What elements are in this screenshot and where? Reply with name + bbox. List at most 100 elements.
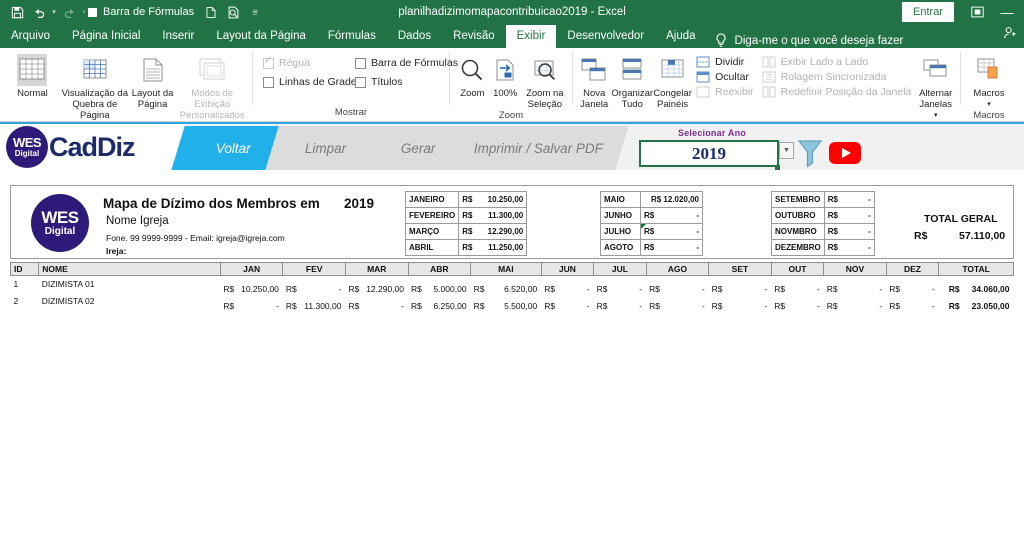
checkbox-barra-de-formulas[interactable]: Barra de Fórmulas [355,57,458,69]
arrange-all-button[interactable]: Organizar Tudo [611,51,653,110]
zoom-100-icon [492,54,518,86]
col-header-jan[interactable]: JAN [219,262,284,276]
tab-ajuda[interactable]: Ajuda [655,25,706,48]
tab-pagina-inicial[interactable]: Página Inicial [61,25,151,48]
month-summary-row[interactable]: JANEIRO R$ 10.250,00 [404,191,528,208]
col-header-ago[interactable]: AGO [645,262,710,276]
normal-view-button[interactable]: Normal [4,51,61,99]
checkbox-barra-de-formulas-box[interactable] [355,57,366,69]
play-triangle-icon [841,148,851,158]
page-break-preview-icon [80,54,110,86]
month-summary-row[interactable]: MAIO R$ 12.020,00 [600,191,703,208]
page-break-preview-button[interactable]: Visualização da Quebra de Página [61,51,129,121]
col-header-fev[interactable]: FEV [282,262,346,276]
normal-view-label: Normal [17,88,48,99]
tab-arquivo[interactable]: Arquivo [0,25,61,48]
tab-formulas[interactable]: Fórmulas [317,25,387,48]
print-preview-icon[interactable] [222,2,244,22]
youtube-play-icon[interactable] [829,142,861,164]
col-header-total[interactable]: TOTAL [938,262,1014,276]
col-header-out[interactable]: OUT [770,262,825,276]
switch-windows-label: Alternar Janelas [919,88,953,110]
col-header-mar[interactable]: MAR [344,262,409,276]
col-header-set[interactable]: SET [708,262,772,276]
page-layout-button[interactable]: Layout da Página [129,51,177,110]
formula-bar-toggle-icon[interactable] [88,7,97,17]
macros-dropdown-icon[interactable]: ▾ [987,99,991,110]
month-value-cell: R$ - [823,191,875,208]
month-summary-row[interactable]: ABRIL R$ 11.250,00 [404,239,528,256]
split-button[interactable]: Dividir [696,56,754,68]
month-summary-row[interactable]: MARÇO R$ 12.290,00 [404,223,528,240]
tab-exibir[interactable]: Exibir [505,25,557,48]
col-header-mai[interactable]: MAI [470,262,542,276]
month-summary-row[interactable]: AGOTO R$ - [600,239,703,256]
month-summary-row[interactable]: JULHO R$ - [600,223,703,240]
tab-desenvolvedor[interactable]: Desenvolvedor [556,25,655,48]
sign-in-button[interactable]: Entrar [902,2,954,22]
month-value-cell: R$ 11.250,00 [458,239,528,256]
switch-windows-button[interactable]: Alternar Janelas ▾ [915,51,956,121]
undo-dropdown-icon[interactable]: ▾ [50,8,58,16]
month-summary-row[interactable]: JUNHO R$ - [600,207,703,224]
reset-window-position-label: Redefinir Posição da Janela [780,86,912,98]
quick-access-toolbar: ▾ ▾ Barra de Fórmulas ⩸ [0,2,266,22]
month-summary-row[interactable]: FEVEREIRO R$ 11.300,00 [404,207,528,224]
freeze-panes-button[interactable]: Congelar Painéis [653,51,692,110]
new-file-icon[interactable] [200,2,222,22]
year-dropdown-button[interactable]: ▼ [779,142,794,159]
funnel-filter-icon[interactable] [796,138,824,168]
zoom-100-button[interactable]: 100% [489,51,522,99]
month-summary-row[interactable]: SETEMBRO R$ - [771,191,875,208]
month-summary-row[interactable]: OUTUBRO R$ - [771,207,875,224]
save-icon[interactable] [6,2,28,22]
grand-total-currency: R$ [914,230,928,242]
month-value-cell-with-comment[interactable]: R$ - [640,223,703,240]
switch-windows-dropdown-icon[interactable]: ▾ [934,110,938,121]
minimize-icon[interactable]: — [990,0,1024,24]
month-summary-row[interactable]: DEZEMBRO R$ - [771,239,875,256]
month-value-cell: R$ - [640,207,703,224]
nav-button-imprimir-salvar-pdf[interactable]: Imprimir / Salvar PDF [449,126,629,170]
month-value-cell: R$ - [823,207,875,224]
checkbox-linhas-de-grade-box[interactable] [263,76,274,88]
col-header-id[interactable]: ID [9,262,40,276]
month-name: JUNHO [600,207,641,224]
checkbox-linhas-de-grade[interactable]: Linhas de Grade [263,76,357,88]
checkbox-titulos-label: Títulos [371,76,403,88]
hide-window-button[interactable]: Ocultar [696,71,754,83]
undo-icon[interactable] [28,2,50,22]
col-header-jun[interactable]: JUN [540,262,595,276]
checkbox-titulos[interactable]: Títulos [355,76,458,88]
zoom-button-label: Zoom [460,88,485,99]
customize-qat-icon[interactable]: ⩸ [244,2,266,22]
tab-layout-da-pagina[interactable]: Layout da Página [205,25,317,48]
checkbox-titulos-box[interactable] [355,76,366,88]
year-selector-cell[interactable]: 2019 [639,140,779,167]
zoom-button[interactable]: Zoom [456,51,489,99]
col-header-abr[interactable]: ABR [407,262,472,276]
report-logo-icon: WES Digital [31,194,89,252]
col-header-dez[interactable]: DEZ [885,262,940,276]
formula-bar-toggle-label[interactable]: Barra de Fórmulas [103,6,194,18]
tab-inserir[interactable]: Inserir [151,25,205,48]
share-person-icon[interactable] [1003,26,1018,45]
col-header-nome[interactable]: NOME [38,262,221,276]
custom-views-icon [197,54,227,86]
tell-me-box[interactable]: Diga-me o que você deseja fazer [715,33,903,48]
table-row[interactable]: 1 DIZIMISTA 01 R$ 10.250,00 R$ - R$ 12.290,… [11,276,1014,294]
excel-window: ▾ ▾ Barra de Fórmulas ⩸ planilhadizimoma… [0,0,1024,536]
zoom-100-label: 100% [493,88,518,99]
tab-dados[interactable]: Dados [387,25,442,48]
month-summary-row[interactable]: NOVMBRO R$ - [771,223,875,240]
tab-revisao[interactable]: Revisão [442,25,506,48]
col-header-jul[interactable]: JUL [593,262,647,276]
cell-fill-handle[interactable] [775,165,780,170]
month-name: MARÇO [404,223,460,240]
macros-button[interactable]: Macros ▾ [965,51,1013,110]
col-header-nov[interactable]: NOV [823,262,887,276]
new-window-button[interactable]: Nova Janela [577,51,611,110]
table-row[interactable]: 2 DIZIMISTA 02 R$ - R$ 11.300,00 R$ - R$ 6.2… [11,293,1014,311]
ribbon-display-options-icon[interactable] [964,0,990,24]
zoom-to-selection-button[interactable]: Zoom na Seleção [522,51,568,110]
